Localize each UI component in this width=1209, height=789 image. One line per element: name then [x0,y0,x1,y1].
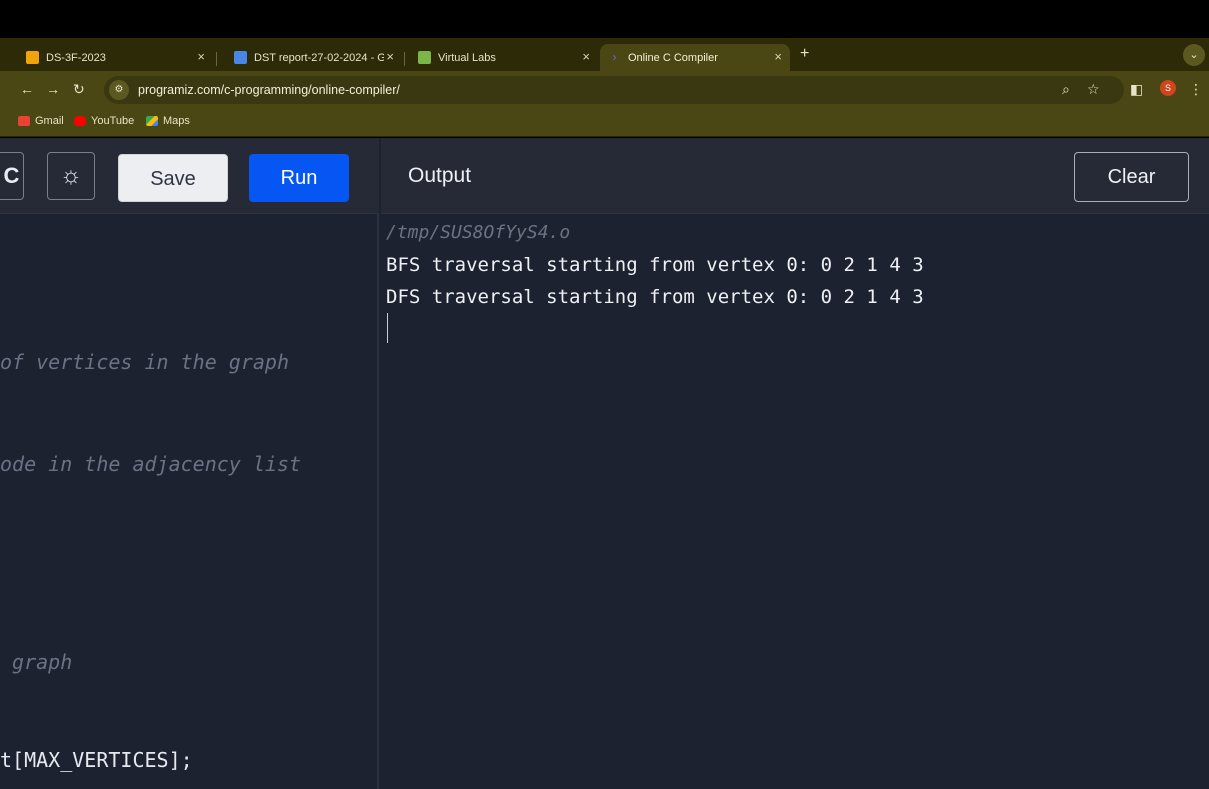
run-button[interactable]: Run [249,154,349,202]
reload-icon[interactable]: ↻ [73,81,85,98]
theme-toggle-button[interactable]: ☼ [47,152,95,200]
zoom-icon[interactable]: ⌕ [1062,81,1070,98]
virtual-labs-icon [418,51,431,64]
tab-strip: DS-3F-2023 × DST report-27-02-2024 - Go … [0,38,1209,71]
address-bar[interactable]: ⚙ programiz.com/c-programming/online-com… [104,76,1124,104]
bookmark-star-icon[interactable]: ☆ [1087,81,1100,98]
site-settings-icon[interactable]: ⚙ [109,80,129,100]
close-icon[interactable]: × [774,49,782,64]
output-header: Output Clear [381,138,1209,214]
code-line[interactable]: of vertices in the graph [0,350,289,374]
gmail-icon [18,116,30,126]
bookmark-maps[interactable]: Maps [146,115,190,127]
tab-online-c-compiler[interactable]: › Online C Compiler × [600,44,790,71]
slides-icon [26,51,39,64]
tab-title: Virtual Labs [438,51,496,64]
bookmark-youtube[interactable]: YouTube [74,115,134,127]
language-logo: C [0,152,24,200]
side-panel-icon[interactable]: ◧ [1130,81,1143,98]
new-tab-icon[interactable]: + [800,45,809,63]
tab-separator [404,52,405,66]
browser-toolbar: ← → ↻ ⚙ programiz.com/c-programming/onli… [0,71,1209,109]
output-title: Output [408,164,472,187]
tab-ds-3f-2023[interactable]: DS-3F-2023 × [18,44,213,71]
output-line-bfs: BFS traversal starting from vertex 0: 0 … [386,254,924,276]
tab-title: DST report-27-02-2024 - Go [254,51,384,64]
bookmark-label: YouTube [91,115,135,127]
code-line[interactable]: graph [0,650,72,674]
window-top-bar [0,0,1209,38]
forward-icon[interactable]: → [46,81,60,97]
close-icon[interactable]: × [386,49,394,64]
tab-separator [216,52,217,66]
address-url: programiz.com/c-programming/online-compi… [138,83,400,97]
youtube-icon [74,116,86,126]
tab-dst-report[interactable]: DST report-27-02-2024 - Go × [226,44,402,71]
tab-virtual-labs[interactable]: Virtual Labs × [410,44,598,71]
bookmark-gmail[interactable]: Gmail [18,115,64,127]
clear-button[interactable]: Clear [1074,152,1189,202]
profile-avatar[interactable]: S [1160,80,1176,96]
code-line[interactable]: t[MAX_VERTICES]; [0,748,193,772]
chevron-down-icon[interactable]: ⌄ [1183,44,1205,66]
output-line-path: /tmp/SUS8OfYyS4.o [386,222,571,243]
code-editor-panel[interactable]: C ☼ Save Run of vertices in the graph od… [0,138,379,789]
back-icon[interactable]: ← [20,81,34,97]
output-line-dfs: DFS traversal starting from vertex 0: 0 … [386,286,924,308]
maps-icon [146,116,158,126]
docs-icon [234,51,247,64]
bookmark-label: Maps [163,115,190,127]
sun-icon: ☼ [60,162,82,189]
bookmark-label: Gmail [35,115,64,127]
tab-title: Online C Compiler [628,51,718,64]
bookmarks-bar: Gmail YouTube Maps [0,109,1209,137]
output-panel[interactable]: Output Clear /tmp/SUS8OfYyS4.o BFS trave… [381,138,1209,789]
editor-toolbar: C ☼ Save Run [0,138,379,214]
save-button[interactable]: Save [118,154,228,202]
text-cursor [387,313,388,343]
code-line[interactable]: ode in the adjacency list [0,452,301,476]
close-icon[interactable]: × [582,49,590,64]
more-menu-icon[interactable]: ⋮ [1189,81,1203,98]
tab-title: DS-3F-2023 [46,51,106,64]
compiler-app: C ☼ Save Run of vertices in the graph od… [0,138,1209,789]
close-icon[interactable]: × [197,49,205,64]
programiz-icon: › [612,50,617,64]
